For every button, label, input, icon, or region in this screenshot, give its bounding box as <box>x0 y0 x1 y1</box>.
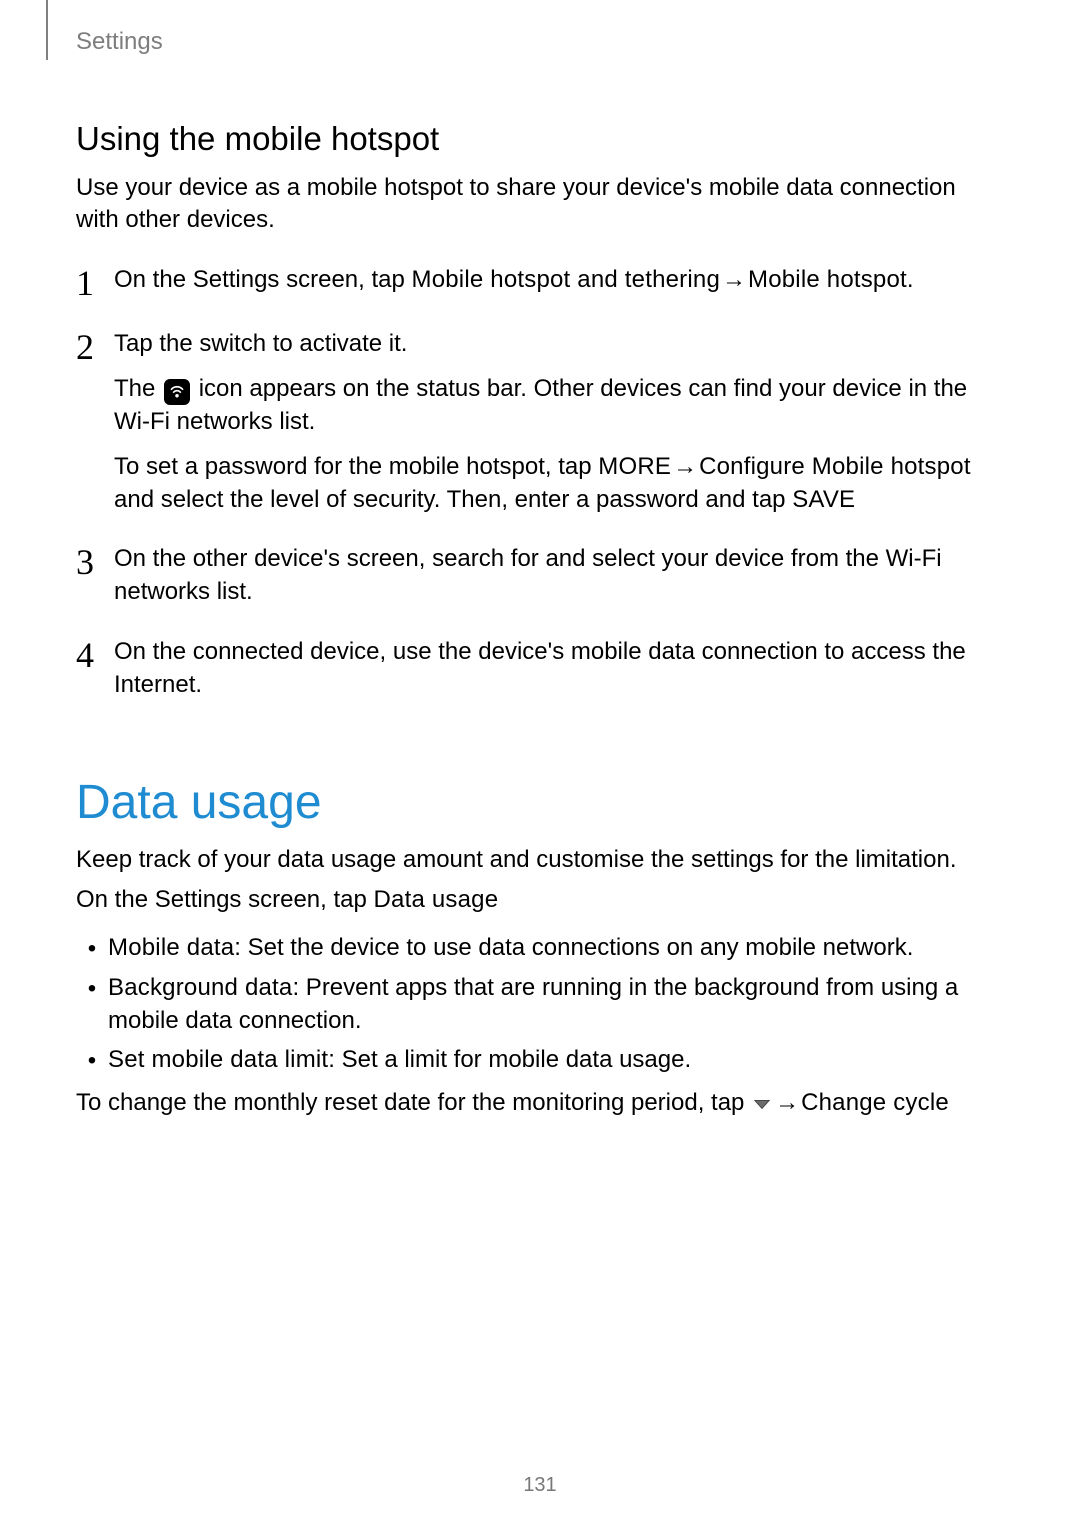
hotspot-intro: Use your device as a mobile hotspot to s… <box>76 172 1004 237</box>
text: : Set the device to use data connections… <box>234 934 913 961</box>
header-breadcrumb: Settings <box>76 28 163 56</box>
bullet-body: Mobile data: Set the device to use data … <box>108 931 1004 964</box>
section-title-hotspot: Using the mobile hotspot <box>76 120 1004 158</box>
step-subtext: The icon appears on the status bar. Othe… <box>114 372 1004 438</box>
step-4: 4 On the connected device, use the devic… <box>76 635 1004 701</box>
dropdown-triangle-icon <box>753 1087 771 1119</box>
step-body: On the connected device, use the device'… <box>114 635 1004 701</box>
arrow-right-icon: → <box>773 1087 801 1119</box>
step-2: 2 Tap the switch to activate it. The ico… <box>76 327 1004 517</box>
text: On the Settings screen, tap <box>114 266 412 293</box>
step-number: 1 <box>76 263 114 301</box>
bullet-icon: • <box>76 931 108 965</box>
manual-page: Settings Using the mobile hotspot Use yo… <box>0 0 1080 1527</box>
step-number: 4 <box>76 635 114 673</box>
page-header: Settings <box>76 0 1004 60</box>
data-usage-p3: To change the monthly reset date for the… <box>76 1087 1004 1120</box>
text: The <box>114 375 162 402</box>
hotspot-steps: 1 On the Settings screen, tap Mobile hot… <box>76 263 1004 701</box>
arrow-right-icon: → <box>720 263 748 296</box>
ui-name: Mobile hotspot <box>748 266 907 293</box>
header-rule <box>46 0 48 60</box>
ui-name: MORE <box>598 453 671 480</box>
ui-name: Configure Mobile hotspot <box>699 453 971 480</box>
ui-name: Mobile hotspot and tethering <box>412 266 720 293</box>
text: To set a password for the mobile hotspot… <box>114 453 598 480</box>
step-body: Tap the switch to activate it. The icon … <box>114 327 1004 517</box>
list-item: • Mobile data: Set the device to use dat… <box>76 931 1004 965</box>
ui-name: SAVE <box>792 486 855 513</box>
ui-name: Data usage <box>374 886 499 913</box>
text: . <box>907 266 914 293</box>
text: On the connected device, use the device'… <box>114 638 966 698</box>
text: : Set a limit for mobile data usage. <box>328 1046 691 1073</box>
step-1: 1 On the Settings screen, tap Mobile hot… <box>76 263 1004 301</box>
ui-name: Mobile data <box>108 934 234 961</box>
text: Tap the switch to activate it. <box>114 327 1004 360</box>
list-item: • Background data: Prevent apps that are… <box>76 971 1004 1037</box>
page-number: 131 <box>0 1474 1080 1497</box>
bullet-icon: • <box>76 1043 108 1077</box>
step-number: 3 <box>76 542 114 580</box>
data-usage-bullets: • Mobile data: Set the device to use dat… <box>76 931 1004 1077</box>
data-usage-p1: Keep track of your data usage amount and… <box>76 844 1004 876</box>
list-item: • Set mobile data limit: Set a limit for… <box>76 1043 1004 1077</box>
hotspot-icon <box>164 379 190 405</box>
text: icon appears on the status bar. Other de… <box>114 375 967 435</box>
section-title-data-usage: Data usage <box>76 775 1004 830</box>
arrow-right-icon: → <box>671 450 699 483</box>
bullet-icon: • <box>76 971 108 1005</box>
step-subtext: To set a password for the mobile hotspot… <box>114 450 1004 516</box>
text: On the other device's screen, search for… <box>114 545 942 605</box>
step-3: 3 On the other device's screen, search f… <box>76 542 1004 608</box>
ui-name: Background data <box>108 974 292 1001</box>
bullet-body: Background data: Prevent apps that are r… <box>108 971 1004 1037</box>
step-body: On the other device's screen, search for… <box>114 542 1004 608</box>
data-usage-p2: On the Settings screen, tap Data usage <box>76 884 1004 916</box>
text: On the Settings screen, tap <box>76 886 374 913</box>
text: and select the level of security. Then, … <box>114 486 792 513</box>
ui-name: Set mobile data limit <box>108 1046 328 1073</box>
step-number: 2 <box>76 327 114 365</box>
bullet-body: Set mobile data limit: Set a limit for m… <box>108 1043 1004 1076</box>
ui-name: Change cycle <box>801 1089 949 1116</box>
step-body: On the Settings screen, tap Mobile hotsp… <box>114 263 1004 296</box>
text: To change the monthly reset date for the… <box>76 1089 751 1116</box>
